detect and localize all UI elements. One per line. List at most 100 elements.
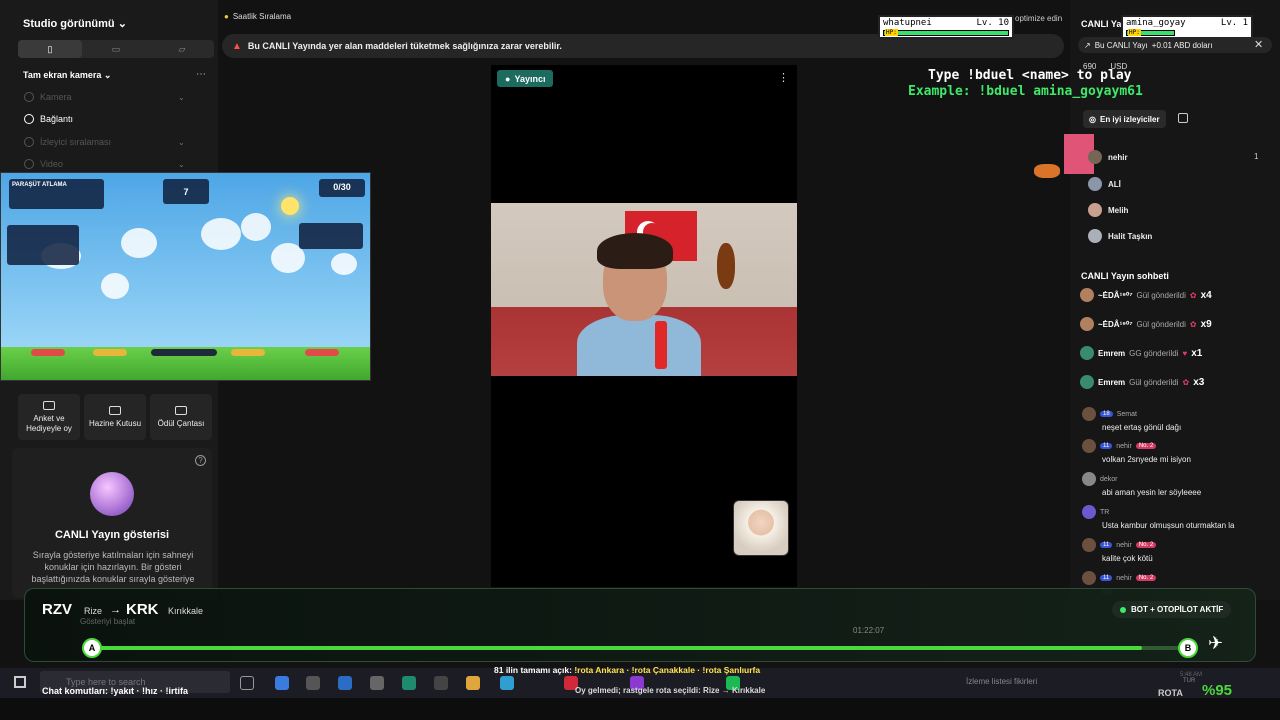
app-icon[interactable] — [306, 676, 320, 690]
gg-icon: ♥ — [1182, 348, 1188, 358]
game-title-panel: PARAŞÜT ATLAMA — [9, 179, 104, 209]
chat-message: 18 Semat neşet ertaş gönül dağı — [1082, 407, 1268, 432]
more-options-icon[interactable]: ⋯ — [196, 69, 206, 80]
poll-gift-vote-button[interactable]: Anket ve Hediyeyle oy — [18, 394, 80, 440]
rose-icon: ✿ — [1189, 319, 1197, 329]
app-icon[interactable] — [370, 676, 384, 690]
view-tabs: ▯ ▭ ▱ — [18, 40, 214, 58]
hp-box-player-2: amina_goyay Lv. 1 HP: — [1121, 15, 1253, 39]
host-body — [577, 315, 701, 376]
rose-icon: ✿ — [1189, 290, 1197, 300]
row-connection[interactable]: Bağlantı — [24, 114, 73, 124]
view-tab-layout[interactable]: ▱ — [150, 40, 214, 58]
monitor-icon: ▭ — [111, 43, 121, 54]
airplane-icon: ✈ — [1208, 633, 1224, 653]
chat-message: dekor abi aman yesin ler söyleeee — [1082, 472, 1268, 497]
earnings-notice[interactable]: ↗ Bu CANLI Yayı +0.01 ABD doları — [1078, 37, 1272, 53]
warning-icon: ▲ — [232, 40, 242, 52]
viewer-item[interactable]: ALİ — [1088, 177, 1121, 191]
rose-icon: ✿ — [1182, 377, 1190, 387]
app-icon[interactable] — [402, 676, 416, 690]
hourly-ranking[interactable]: ● Saatlik Sıralama — [224, 12, 291, 21]
language-indicator[interactable]: TUR — [1183, 678, 1195, 684]
watchlist-ideas[interactable]: İzleme listesi fikirleri — [966, 677, 1037, 686]
avatar — [1088, 150, 1102, 164]
route-overlay — [24, 588, 1256, 662]
app-icon[interactable] — [434, 676, 448, 690]
gift-message: ~ĖDÂ¹⁹⁰⁷ Gül gönderildi ✿ x9 — [1080, 313, 1266, 335]
mail-icon[interactable] — [338, 676, 352, 690]
trophy-icon: ● — [224, 12, 229, 21]
app-icon[interactable] — [275, 676, 289, 690]
task-view-icon[interactable] — [240, 676, 254, 690]
game-round-panel: 7 — [163, 179, 209, 204]
chat-message: 11 nehir No. 2 kalite çok kötü — [1082, 538, 1268, 563]
treasure-box-button[interactable]: Hazine Kutusu — [84, 394, 146, 440]
violin — [717, 243, 735, 289]
poll-icon — [43, 400, 55, 410]
phone-icon: ▯ — [47, 43, 53, 54]
stage-more-icon[interactable]: ⋮ — [778, 71, 789, 84]
host-camera-feed — [491, 203, 797, 376]
row-video[interactable]: Video — [24, 159, 63, 169]
duel-example: Example: !bduel amina_goyaym61 — [908, 84, 1143, 99]
host-badge[interactable]: ● Yayıncı — [497, 70, 554, 87]
close-icon[interactable]: ✕ — [1254, 38, 1263, 51]
chevron-down-icon[interactable]: ⌄ — [178, 160, 185, 169]
list-icon[interactable] — [1178, 113, 1188, 123]
avatar — [1088, 229, 1102, 243]
list-icon — [24, 137, 34, 147]
chat-title: CANLI Yayın sohbeti — [1081, 271, 1169, 281]
play-icon — [24, 159, 34, 169]
avatar — [1082, 538, 1096, 552]
game-leaderboard-panel — [7, 225, 79, 265]
app-icon[interactable] — [500, 676, 514, 690]
game-score-panel: 0/30 — [319, 179, 365, 197]
viewer-item[interactable]: Melih — [1088, 203, 1128, 217]
viewer-item[interactable]: nehir — [1088, 150, 1128, 164]
view-tab-landscape[interactable]: ▭ — [84, 40, 148, 58]
route-tip: 81 ilin tamamı açık: !rota Ankara · !rot… — [494, 665, 761, 675]
avatar — [1082, 571, 1096, 585]
duel-instruction: Type !bduel <name> to play — [928, 68, 1132, 83]
live-show-description: Sırayla gösteriye katılmaları için sahne… — [31, 550, 195, 584]
user-icon: ◎ — [1089, 114, 1096, 124]
route-origin-name: Rize — [84, 606, 103, 616]
gift-message: Emrem GG gönderildi ♥ x1 — [1080, 342, 1266, 364]
chat-message: 11 nehir No. 2 volkan 2snyede mi isiyon — [1082, 439, 1268, 464]
status-dot-icon — [1120, 606, 1126, 613]
reward-bag-button[interactable]: Ödül Çantası — [150, 394, 212, 440]
row-camera[interactable]: Kamera — [24, 92, 72, 102]
avatar — [1080, 288, 1094, 302]
disco-ball-icon — [90, 472, 134, 516]
route-arrow: → — [110, 604, 121, 616]
chevron-down-icon[interactable]: ⌄ — [178, 138, 185, 147]
fox-icon — [1034, 164, 1060, 178]
treasure-icon — [109, 405, 121, 415]
route-node-a: A — [82, 638, 102, 658]
optimize-link[interactable]: optimize edin — [1015, 14, 1062, 23]
folder-icon[interactable] — [466, 676, 480, 690]
top-viewers-tab[interactable]: ◎ En iyi izleyiciler — [1083, 110, 1166, 128]
view-tab-portrait[interactable]: ▯ — [18, 40, 82, 58]
avatar — [1080, 346, 1094, 360]
bottom-strip — [0, 698, 1280, 720]
studio-view-title[interactable]: Studio görünümü ⌄ — [23, 17, 127, 30]
guest-video-thumbnail[interactable] — [733, 500, 789, 556]
game-points-panel — [299, 223, 363, 249]
hp-box-player-1: whatupnei Lv. 10 HP: — [878, 15, 1014, 39]
avatar — [1088, 203, 1102, 217]
row-viewer-ranking[interactable]: İzleyici sıralaması — [24, 137, 111, 147]
avatar — [1080, 375, 1094, 389]
windows-start-icon[interactable] — [14, 676, 26, 688]
camera-mode-title[interactable]: Tam ekran kamera ⌄ — [23, 70, 111, 81]
help-icon[interactable]: ? — [195, 455, 206, 466]
microphone — [655, 321, 667, 369]
camera-icon — [24, 92, 34, 102]
live-header: CANLI Ya — [1081, 19, 1122, 29]
viewer-count: 1 — [1254, 152, 1259, 161]
chevron-down-icon[interactable]: ⌄ — [178, 93, 185, 102]
viewer-item[interactable]: Halit Taşkın — [1088, 229, 1152, 243]
start-show-link[interactable]: Gösteriyi başlat — [80, 617, 135, 626]
globe-icon — [24, 114, 34, 124]
